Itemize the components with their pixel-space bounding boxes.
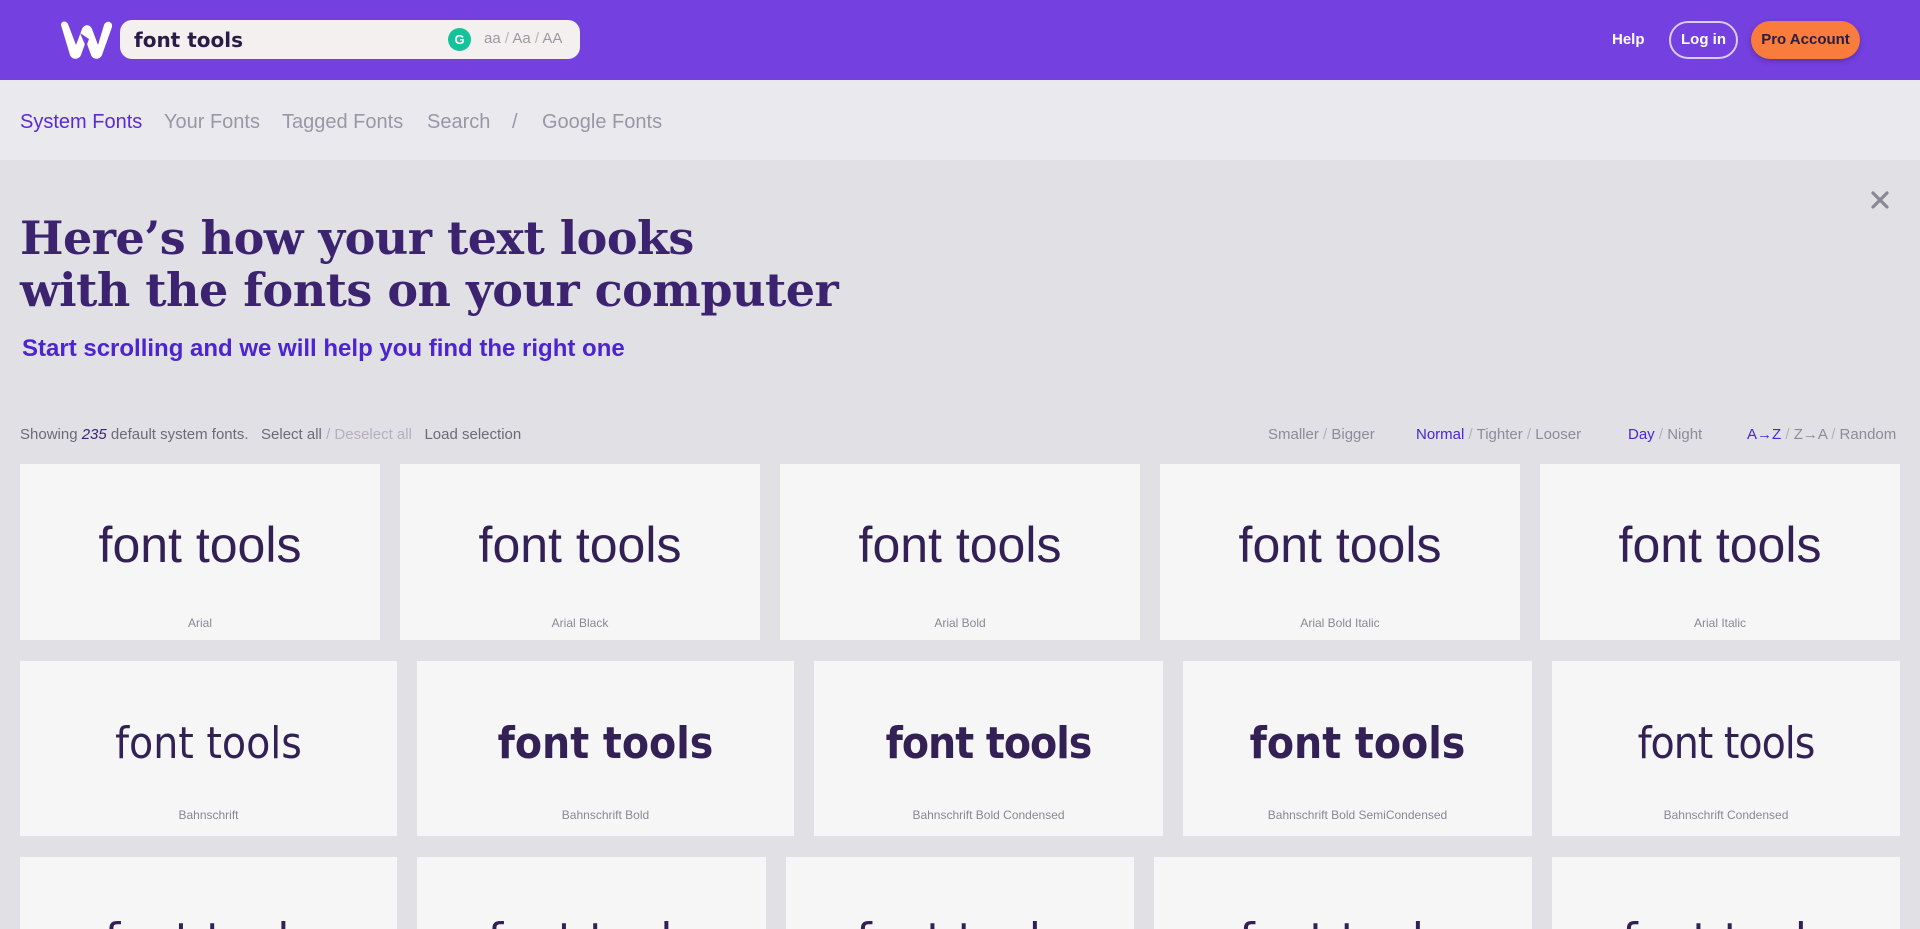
case-upper-option[interactable]: AA bbox=[542, 30, 562, 47]
font-name: Bahnschrift Bold Condensed bbox=[912, 808, 1065, 822]
sort-random-link[interactable]: Random bbox=[1840, 426, 1897, 443]
font-sample: font tools bbox=[20, 914, 397, 929]
sort-az-link[interactable]: A→Z bbox=[1747, 426, 1781, 443]
hero-subtitle: Start scrolling and we will help you fin… bbox=[22, 335, 625, 362]
sort-za-link[interactable]: Z→A bbox=[1794, 426, 1827, 443]
font-sample: font tools bbox=[1552, 914, 1900, 929]
font-name: Bahnschrift Bold bbox=[561, 808, 650, 822]
font-card[interactable]: font tools bbox=[786, 857, 1134, 929]
font-name: Bahnschrift bbox=[178, 808, 239, 822]
font-sample: font tools bbox=[786, 914, 1134, 929]
hero-title-line-1: Here’s how your text looks bbox=[20, 211, 694, 265]
spacing-controls: Normal / Tighter / Looser bbox=[1416, 426, 1581, 443]
help-link[interactable]: Help bbox=[1612, 31, 1645, 48]
font-card[interactable]: font tools Arial Bold Italic bbox=[1160, 464, 1520, 640]
font-name: Arial bbox=[187, 616, 212, 630]
spacing-looser-link[interactable]: Looser bbox=[1535, 426, 1581, 443]
case-separator: / bbox=[504, 30, 510, 47]
font-source-nav: System Fonts Your Fonts Tagged Fonts Sea… bbox=[0, 80, 1920, 160]
nav-search[interactable]: Search bbox=[427, 111, 490, 134]
font-card[interactable]: font tools Bahnschrift Condensed bbox=[1552, 661, 1900, 836]
spacing-tighter-link[interactable]: Tighter bbox=[1477, 426, 1523, 443]
font-sample: font tools bbox=[478, 517, 682, 573]
size-controls: Smaller / Bigger bbox=[1268, 426, 1375, 443]
spacing-separator: / bbox=[1526, 426, 1532, 443]
case-title-option[interactable]: Aa bbox=[512, 30, 530, 47]
sort-separator: / bbox=[1785, 426, 1790, 443]
font-count-controls: Showing 235 default system fonts. Select… bbox=[20, 426, 521, 443]
font-card[interactable]: font tools bbox=[417, 857, 766, 929]
nav-google-fonts[interactable]: Google Fonts bbox=[542, 111, 662, 134]
smaller-link[interactable]: Smaller bbox=[1268, 426, 1319, 443]
font-card[interactable]: font tools Bahnschrift Bold SemiCondense… bbox=[1183, 661, 1532, 836]
search-box: G aa / Aa / AA bbox=[120, 20, 580, 59]
select-all-link[interactable]: Select all bbox=[261, 426, 322, 443]
showing-suffix: default system fonts. bbox=[110, 426, 249, 443]
font-name: Arial Bold bbox=[934, 616, 986, 630]
login-button[interactable]: Log in bbox=[1669, 21, 1738, 59]
font-sample: font tools bbox=[1249, 718, 1466, 769]
load-selection-link[interactable]: Load selection bbox=[424, 426, 521, 443]
theme-separator: / bbox=[1658, 426, 1664, 443]
close-icon[interactable] bbox=[1864, 184, 1896, 216]
hero-title-line-2: with the fonts on your computer bbox=[20, 263, 839, 317]
grammarly-icon[interactable]: G bbox=[448, 28, 471, 51]
nav-divider: / bbox=[512, 111, 518, 133]
font-card[interactable]: font tools Arial Bold bbox=[780, 464, 1140, 640]
font-name: Arial Bold Italic bbox=[1300, 616, 1380, 630]
theme-night-link[interactable]: Night bbox=[1667, 426, 1702, 443]
nav-your-fonts[interactable]: Your Fonts bbox=[164, 111, 260, 134]
font-sample: font tools bbox=[98, 517, 302, 573]
spacing-separator: / bbox=[1468, 426, 1473, 443]
font-card[interactable]: font tools bbox=[20, 857, 397, 929]
sample-text-input[interactable] bbox=[134, 26, 434, 53]
font-count: 235 bbox=[81, 426, 107, 443]
font-card[interactable]: font tools Bahnschrift Bold bbox=[417, 661, 794, 836]
deselect-all-link[interactable]: Deselect all bbox=[334, 426, 412, 443]
font-card[interactable]: font tools Bahnschrift bbox=[20, 661, 397, 836]
bigger-link[interactable]: Bigger bbox=[1331, 426, 1374, 443]
font-card[interactable]: font tools Bahnschrift Bold Condensed bbox=[814, 661, 1163, 836]
nav-system-fonts[interactable]: System Fonts bbox=[20, 111, 142, 134]
font-card[interactable]: font tools bbox=[1552, 857, 1900, 929]
case-toggle: aa / Aa / AA bbox=[484, 30, 562, 47]
font-sample: font tools bbox=[1154, 914, 1532, 929]
font-sample: font tools bbox=[417, 914, 766, 929]
nav-tagged-fonts[interactable]: Tagged Fonts bbox=[282, 111, 403, 134]
font-name: Bahnschrift Condensed bbox=[1663, 808, 1789, 822]
top-bar: G aa / Aa / AA Help Log in Pro Account bbox=[0, 0, 1920, 80]
sort-controls: A→Z / Z→A / Random bbox=[1747, 426, 1896, 443]
font-name: Arial Black bbox=[551, 616, 609, 630]
font-sample: font tools bbox=[1238, 517, 1442, 573]
size-separator: / bbox=[1323, 426, 1328, 443]
showing-prefix: Showing bbox=[20, 426, 78, 443]
pro-account-button[interactable]: Pro Account bbox=[1751, 21, 1860, 59]
font-sample: font tools bbox=[497, 718, 714, 769]
font-card[interactable]: font tools Arial Italic bbox=[1540, 464, 1900, 640]
theme-controls: Day / Night bbox=[1628, 426, 1702, 443]
select-separator: / bbox=[326, 426, 331, 443]
sort-separator: / bbox=[1831, 426, 1836, 443]
font-name: Arial Italic bbox=[1693, 616, 1746, 630]
font-name: Bahnschrift Bold SemiCondensed bbox=[1267, 808, 1448, 822]
case-lower-option[interactable]: aa bbox=[484, 30, 501, 47]
font-sample: font tools bbox=[858, 517, 1062, 573]
font-card[interactable]: font tools bbox=[1154, 857, 1532, 929]
spacing-normal-link[interactable]: Normal bbox=[1416, 426, 1464, 443]
font-sample: font tools bbox=[1618, 517, 1822, 573]
font-sample: font tools bbox=[1637, 718, 1816, 769]
font-sample: font tools bbox=[115, 718, 302, 769]
font-card[interactable]: font tools Arial Black bbox=[400, 464, 760, 640]
fonts-w-logo-icon[interactable] bbox=[58, 19, 114, 61]
font-sample: font tools bbox=[885, 718, 1093, 769]
hero-title: Here’s how your text looks with the font… bbox=[20, 211, 839, 317]
font-card[interactable]: font tools Arial bbox=[20, 464, 380, 640]
theme-day-link[interactable]: Day bbox=[1628, 426, 1655, 443]
case-separator: / bbox=[534, 30, 540, 47]
